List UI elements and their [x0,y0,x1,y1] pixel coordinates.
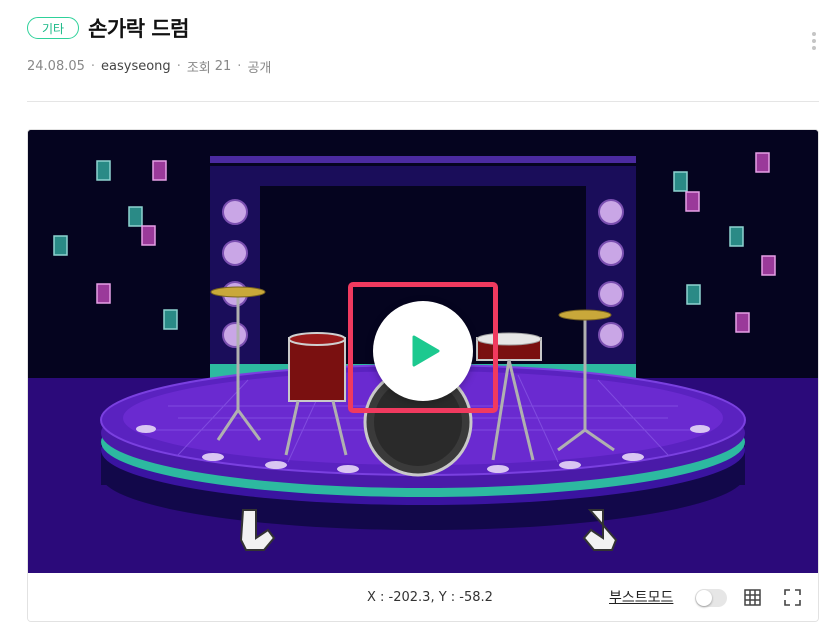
meta-separator: · [237,59,242,74]
toggle-knob [696,590,712,606]
stage-canvas[interactable] [28,130,818,573]
mouse-coordinates: X : -202.3, Y : -58.2 [367,590,493,605]
views-count: 21 [214,59,232,74]
boost-mode-toggle[interactable] [695,589,727,607]
meta-separator: · [90,59,96,74]
visibility-status: 공개 [247,61,272,76]
views-label: 조회 [186,61,211,76]
play-button[interactable] [373,301,473,401]
post-date: 24.08.05 [27,59,85,74]
title-row: 기타 손가락 드럼 [27,12,190,44]
fullscreen-icon[interactable] [784,589,801,606]
play-icon [412,335,440,367]
project-title: 손가락 드럼 [88,17,190,41]
boost-mode-label[interactable]: 부스트모드 [609,587,673,607]
author-name[interactable]: easyseong [101,59,171,74]
project-header: 기타 손가락 드럼 24.08.05 · easyseong · 조회 21 ·… [27,12,817,92]
meta-separator: · [176,59,181,74]
player-controls: X : -202.3, Y : -58.2 부스트모드 [28,573,818,621]
more-options-icon[interactable] [811,32,817,54]
grid-icon[interactable] [744,589,761,606]
project-player: X : -202.3, Y : -58.2 부스트모드 [27,129,819,622]
project-meta: 24.08.05 · easyseong · 조회 21 · 공개 [27,57,271,76]
category-badge[interactable]: 기타 [27,17,80,39]
header-divider [27,101,819,102]
project-page: 기타 손가락 드럼 24.08.05 · easyseong · 조회 21 ·… [0,0,829,641]
